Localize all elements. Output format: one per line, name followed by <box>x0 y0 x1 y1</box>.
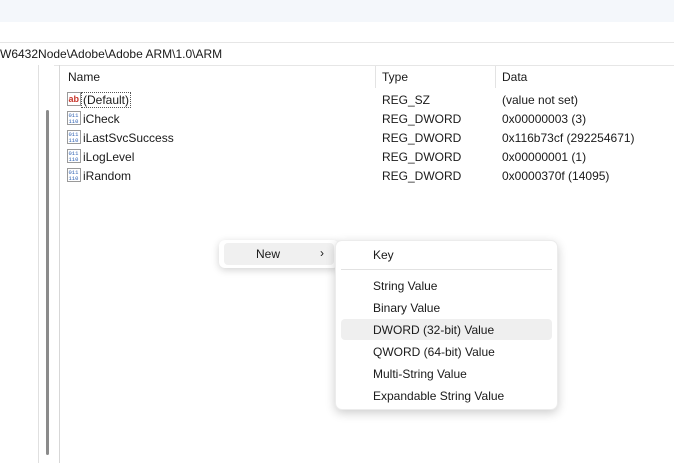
menu-item-label: Expandable String Value <box>373 389 505 403</box>
value-name: iLastSvcSuccess <box>83 131 174 145</box>
svg-text:110: 110 <box>69 156 79 163</box>
menu-item-label: String Value <box>373 279 438 293</box>
value-data: 0x00000003 (3) <box>502 112 587 126</box>
address-bar[interactable]: W6432Node\Adobe\Adobe ARM\1.0\ARM <box>0 42 674 66</box>
binary-value-icon: 011 110 <box>67 149 81 163</box>
table-row[interactable]: 011 110 iRandom REG_DWORD 0x0000370f (14… <box>60 166 674 185</box>
menu-item-label: QWORD (64-bit) Value <box>373 345 495 359</box>
value-type: REG_SZ <box>382 93 431 107</box>
pane-divider <box>38 65 39 463</box>
table-row[interactable]: ab (Default) REG_SZ (value not set) <box>60 90 674 109</box>
value-type: REG_DWORD <box>382 169 462 183</box>
value-data: 0x00000001 (1) <box>502 150 587 164</box>
value-name: iLogLevel <box>83 150 135 164</box>
menu-item-string-value[interactable]: String Value <box>341 275 552 296</box>
value-name: iCheck <box>83 112 120 126</box>
menu-item-qword-value[interactable]: QWORD (64-bit) Value <box>341 341 552 362</box>
menu-item-new[interactable]: New › <box>224 243 334 265</box>
binary-value-icon: 011 110 <box>67 130 81 144</box>
column-divider[interactable] <box>375 66 376 88</box>
chevron-right-icon: › <box>320 246 324 260</box>
value-type: REG_DWORD <box>382 112 462 126</box>
value-type: REG_DWORD <box>382 131 462 145</box>
menu-item-label: Multi-String Value <box>373 367 467 381</box>
menu-item-dword-value[interactable]: DWORD (32-bit) Value <box>341 319 552 340</box>
menu-item-binary-value[interactable]: Binary Value <box>341 297 552 318</box>
registry-editor-window: W6432Node\Adobe\Adobe ARM\1.0\ARM Name T… <box>0 0 674 463</box>
context-menu: New › <box>219 240 339 268</box>
string-value-icon: ab <box>67 92 81 106</box>
address-path[interactable]: W6432Node\Adobe\Adobe ARM\1.0\ARM <box>0 47 222 61</box>
menu-item-expandable-string-value[interactable]: Expandable String Value <box>341 385 552 406</box>
svg-text:110: 110 <box>69 118 79 125</box>
column-divider[interactable] <box>495 66 496 88</box>
column-header-type[interactable]: Type <box>382 70 408 84</box>
value-data: (value not set) <box>502 93 579 107</box>
menu-item-label: Key <box>373 248 394 262</box>
binary-value-icon: 011 110 <box>67 111 81 125</box>
toolbar-strip <box>0 0 674 22</box>
binary-value-icon: 011 110 <box>67 168 81 182</box>
column-header-name[interactable]: Name <box>68 70 100 84</box>
menu-item-label: Binary Value <box>373 301 441 315</box>
svg-text:ab: ab <box>69 94 80 104</box>
menu-item-multi-string-value[interactable]: Multi-String Value <box>341 363 552 384</box>
tree-scrollbar-thumb[interactable] <box>46 110 49 455</box>
values-list-header: Name Type Data <box>60 66 674 88</box>
table-row[interactable]: 011 110 iLastSvcSuccess REG_DWORD 0x116b… <box>60 128 674 147</box>
menu-item-new-label: New <box>256 247 281 261</box>
svg-text:110: 110 <box>69 175 79 182</box>
new-submenu: Key String Value Binary Value DWORD (32-… <box>335 240 558 410</box>
table-row[interactable]: 011 110 iCheck REG_DWORD 0x00000003 (3) <box>60 109 674 128</box>
table-row[interactable]: 011 110 iLogLevel REG_DWORD 0x00000001 (… <box>60 147 674 166</box>
svg-text:110: 110 <box>69 137 79 144</box>
value-data: 0x116b73cf (292254671) <box>502 131 635 145</box>
value-type: REG_DWORD <box>382 150 462 164</box>
value-name: iRandom <box>83 169 132 183</box>
column-header-data[interactable]: Data <box>502 70 527 84</box>
value-data: 0x0000370f (14095) <box>502 169 610 183</box>
menu-separator <box>341 269 552 270</box>
value-name: (Default) <box>81 92 132 108</box>
menu-item-label: DWORD (32-bit) Value <box>373 323 495 337</box>
menu-item-key[interactable]: Key <box>341 244 552 265</box>
